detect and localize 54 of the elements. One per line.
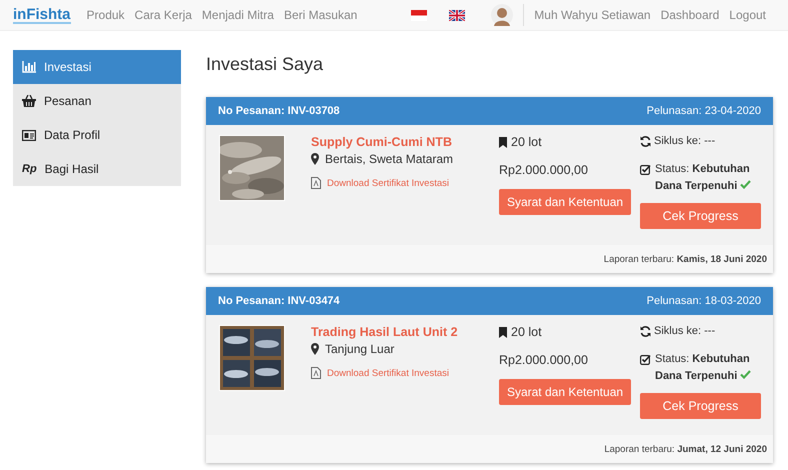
cycle-text: Siklus ke: ---	[654, 325, 716, 337]
order-number: No Pesanan: INV-03474	[218, 295, 340, 307]
nav-link[interactable]: Menjadi Mitra	[202, 8, 274, 22]
download-certificate-link[interactable]: Download Sertifikat Investasi	[327, 178, 449, 188]
terms-button[interactable]: Syarat dan Ketentuan	[499, 189, 631, 215]
page-title: Investasi Saya	[206, 53, 324, 76]
map-pin-icon	[311, 343, 319, 355]
uk-flag-icon[interactable]	[449, 10, 466, 20]
sidebar-item[interactable]: Rp Bagi Hasil	[13, 152, 181, 186]
download-certificate-link[interactable]: Download Sertifikat Investasi	[327, 368, 449, 378]
lot-count: 20 lot	[511, 135, 542, 149]
sidebar-item[interactable]: Investasi	[13, 50, 181, 84]
rupiah-icon: Rp	[22, 163, 37, 175]
pdf-file-icon	[311, 367, 321, 379]
status-text: Status: Kebutuhan Dana Terpenuhi	[655, 163, 750, 192]
map-pin-icon	[311, 153, 319, 165]
product-name[interactable]: Supply Cumi-Cumi NTB	[311, 135, 501, 149]
order-number: No Pesanan: INV-03708	[218, 105, 340, 117]
avatar-icon	[491, 4, 514, 26]
refresh-icon	[640, 326, 651, 336]
settlement-date: Pelunasan: 23-04-2020	[646, 105, 761, 117]
product-name[interactable]: Trading Hasil Laut Unit 2	[311, 325, 501, 339]
sidebar-item[interactable]: Data Profil	[13, 118, 181, 152]
latest-report: Laporan terbaru: Kamis, 18 Juni 2020	[604, 254, 767, 264]
settlement-date: Pelunasan: 18-03-2020	[646, 295, 761, 307]
pdf-file-icon	[311, 177, 321, 189]
nav-link[interactable]: Logout	[729, 8, 766, 22]
nav-link[interactable]: Cara Kerja	[134, 8, 192, 22]
id-card-icon	[22, 130, 36, 140]
cycle-text: Siklus ke: ---	[654, 135, 716, 147]
indonesia-flag-icon[interactable]	[411, 10, 428, 20]
checkbox-icon	[640, 164, 651, 175]
nav-link[interactable]: Beri Masukan	[284, 8, 358, 22]
checkbox-icon	[640, 354, 651, 365]
location: Bertais, Sweta Mataram	[325, 152, 454, 166]
terms-button[interactable]: Syarat dan Ketentuan	[499, 379, 631, 405]
user-name[interactable]: Muh Wahyu Setiawan	[534, 8, 651, 22]
basket-icon	[22, 95, 36, 107]
investment-amount: Rp2.000.000,00	[499, 163, 589, 177]
sidebar-item[interactable]: Pesanan	[13, 84, 181, 118]
check-progress-button[interactable]: Cek Progress	[640, 203, 761, 229]
location: Tanjung Luar	[325, 342, 394, 356]
refresh-icon	[640, 136, 651, 146]
check-progress-button[interactable]: Cek Progress	[640, 393, 761, 419]
status-text: Status: Kebutuhan Dana Terpenuhi	[655, 353, 750, 382]
investment-amount: Rp2.000.000,00	[499, 353, 589, 367]
bookmark-icon	[499, 136, 507, 148]
nav-link[interactable]: Produk	[86, 8, 125, 22]
bookmark-icon	[499, 326, 507, 338]
nav-link[interactable]: Dashboard	[660, 8, 720, 22]
logo[interactable]: inFishta	[13, 6, 71, 24]
lot-count: 20 lot	[511, 325, 542, 339]
bar-chart-icon	[22, 61, 36, 73]
latest-report: Laporan terbaru: Jumat, 12 Juni 2020	[604, 444, 767, 454]
